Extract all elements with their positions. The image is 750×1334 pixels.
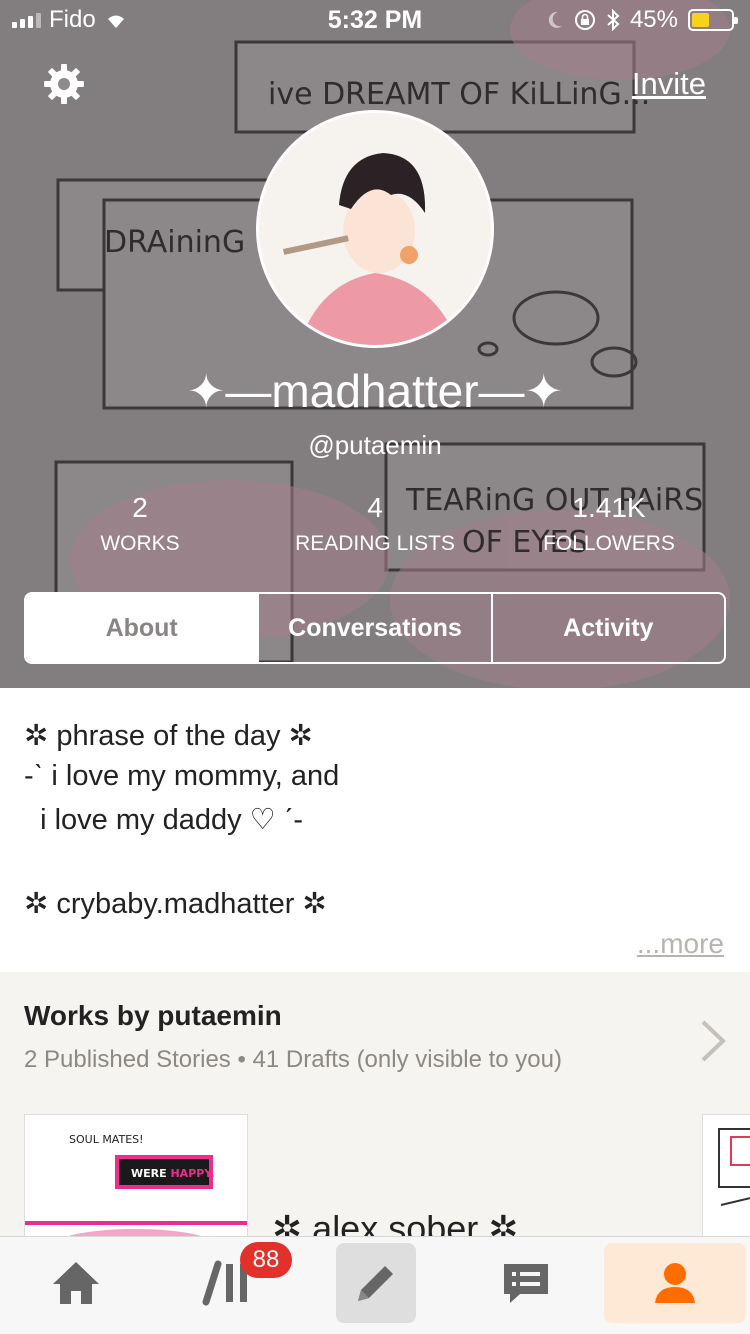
profile-stats: 2 WORKS 4 READING LISTS 1.41K FOLLOWERS xyxy=(0,492,750,572)
avatar[interactable] xyxy=(256,110,494,348)
stat-works-label: WORKS xyxy=(100,532,180,555)
home-icon xyxy=(53,1262,99,1304)
cover-text: SOUL MATES! xyxy=(69,1133,144,1146)
stat-works[interactable]: 2 WORKS xyxy=(20,492,260,556)
stat-reading-lists-label: READING LISTS xyxy=(295,532,455,555)
profile-header: ive DREAMT OF KiLLinG... DRAininG TEARin… xyxy=(0,0,750,688)
profile-icon xyxy=(655,1263,695,1303)
moon-icon xyxy=(548,11,562,28)
stat-reading-lists-value: 4 xyxy=(367,492,383,523)
tab-activity[interactable]: Activity xyxy=(490,594,724,662)
stat-works-value: 2 xyxy=(132,492,148,523)
messages-tab[interactable] xyxy=(486,1243,566,1323)
avatar-image xyxy=(259,113,491,345)
about-line: i love my daddy ♡ ˊ- xyxy=(24,804,304,836)
invite-link[interactable]: Invite xyxy=(632,66,706,102)
tab-about[interactable]: About xyxy=(26,594,258,662)
work-cover[interactable]: SOUL MATES! WERE HAPPY. xyxy=(24,1114,248,1244)
work-cover[interactable] xyxy=(702,1114,750,1244)
notification-badge: 88 xyxy=(240,1242,292,1278)
stat-followers[interactable]: 1.41K FOLLOWERS xyxy=(489,492,729,556)
bottom-tab-bar xyxy=(0,1236,750,1334)
about-line: ✲ crybaby.madhatter ✲ xyxy=(24,888,327,920)
stat-followers-value: 1.41K xyxy=(572,492,646,523)
stat-followers-label: FOLLOWERS xyxy=(543,532,675,555)
status-bar: Fido 5:32 PM 45% xyxy=(0,0,750,40)
about-line: -ˋ i love my mommy, and xyxy=(24,760,340,792)
works-subtitle: 2 Published Stories • 41 Drafts (only vi… xyxy=(24,1046,562,1073)
more-link[interactable]: ...more xyxy=(637,928,724,960)
tab-conversations[interactable]: Conversations xyxy=(257,594,490,662)
bluetooth-icon xyxy=(607,9,620,31)
messages-icon xyxy=(504,1264,548,1303)
display-name: ✦—madhatter—✦ xyxy=(186,365,564,417)
home-tab[interactable] xyxy=(36,1243,116,1323)
cover-text: HAPPY. xyxy=(170,1167,214,1180)
write-tab[interactable] xyxy=(336,1243,416,1323)
battery-percent: 45% xyxy=(629,6,678,33)
svg-text:WERE HAPPY.: WERE HAPPY. xyxy=(131,1167,215,1180)
chevron-right-icon xyxy=(701,1020,726,1062)
cover-text: WERE xyxy=(131,1167,170,1180)
username: @putaemin xyxy=(308,430,442,460)
stat-reading-lists[interactable]: 4 READING LISTS xyxy=(255,492,495,556)
battery-icon xyxy=(688,9,738,31)
works-header-row[interactable]: Works by putaemin 2 Published Stories • … xyxy=(0,972,750,1092)
gear-icon[interactable] xyxy=(42,62,86,106)
about-line: ✲ phrase of the day ✲ xyxy=(24,720,313,752)
rotation-lock-icon xyxy=(574,10,595,30)
write-icon xyxy=(358,1266,393,1301)
about-section: ✲ phrase of the day ✲ -ˋ i love my mommy… xyxy=(0,688,750,972)
works-title: Works by putaemin xyxy=(24,1000,282,1031)
profile-tabs: About Conversations Activity xyxy=(24,592,726,664)
profile-tab[interactable] xyxy=(604,1243,746,1323)
